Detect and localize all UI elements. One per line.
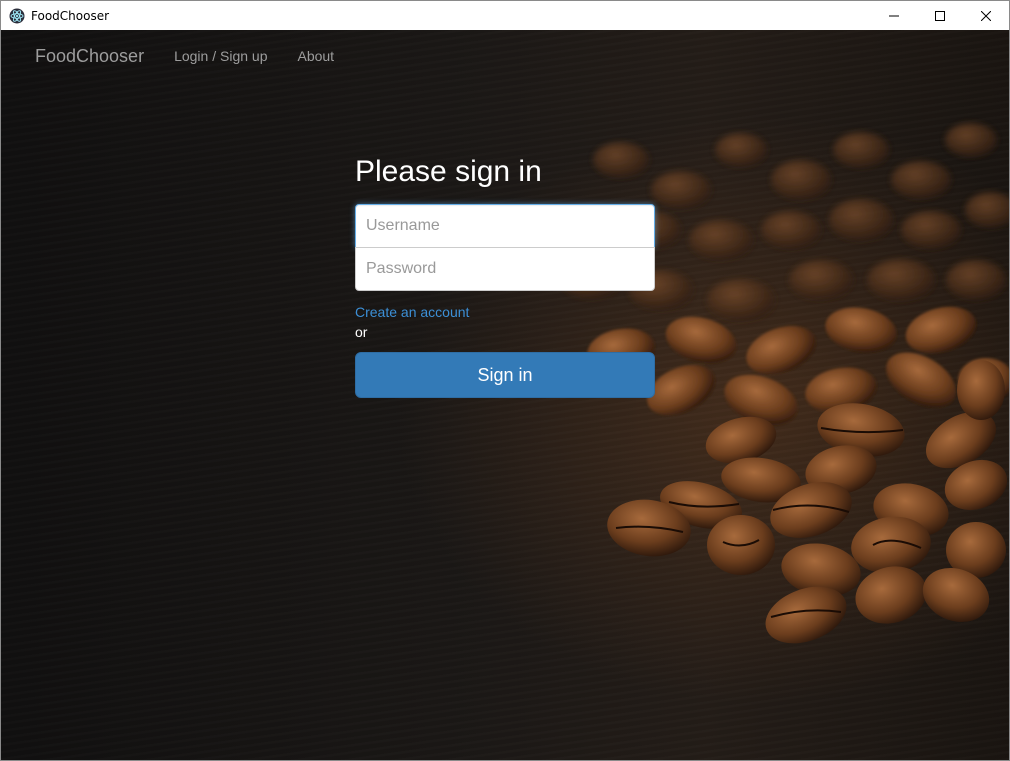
- nav-link-about[interactable]: About: [297, 48, 334, 64]
- or-separator: or: [355, 324, 368, 340]
- brand-link[interactable]: FoodChooser: [35, 46, 144, 67]
- create-account-link[interactable]: Create an account: [355, 303, 655, 321]
- close-icon: [981, 10, 991, 21]
- window-controls: [871, 1, 1009, 30]
- password-input[interactable]: [355, 247, 655, 291]
- sign-in-button[interactable]: Sign in: [355, 352, 655, 398]
- main-content: FoodChooser Login / Sign up About Please…: [1, 30, 1009, 760]
- top-navbar: FoodChooser Login / Sign up About: [1, 30, 1009, 82]
- app-window: FoodChooser FoodChooser Login / Sign up …: [0, 0, 1010, 761]
- minimize-icon: [889, 15, 899, 16]
- signin-heading: Please sign in: [355, 155, 542, 188]
- minimize-button[interactable]: [871, 1, 917, 30]
- title-bar[interactable]: FoodChooser: [1, 1, 1009, 30]
- electron-atom-icon: [9, 8, 25, 24]
- maximize-icon: [935, 10, 945, 21]
- maximize-button[interactable]: [917, 1, 963, 30]
- username-input[interactable]: [355, 204, 655, 248]
- signin-form: Please sign in Create an account or Sign…: [355, 150, 655, 398]
- close-button[interactable]: [963, 1, 1009, 30]
- window-title: FoodChooser: [31, 8, 110, 23]
- nav-link-login-signup[interactable]: Login / Sign up: [174, 48, 267, 64]
